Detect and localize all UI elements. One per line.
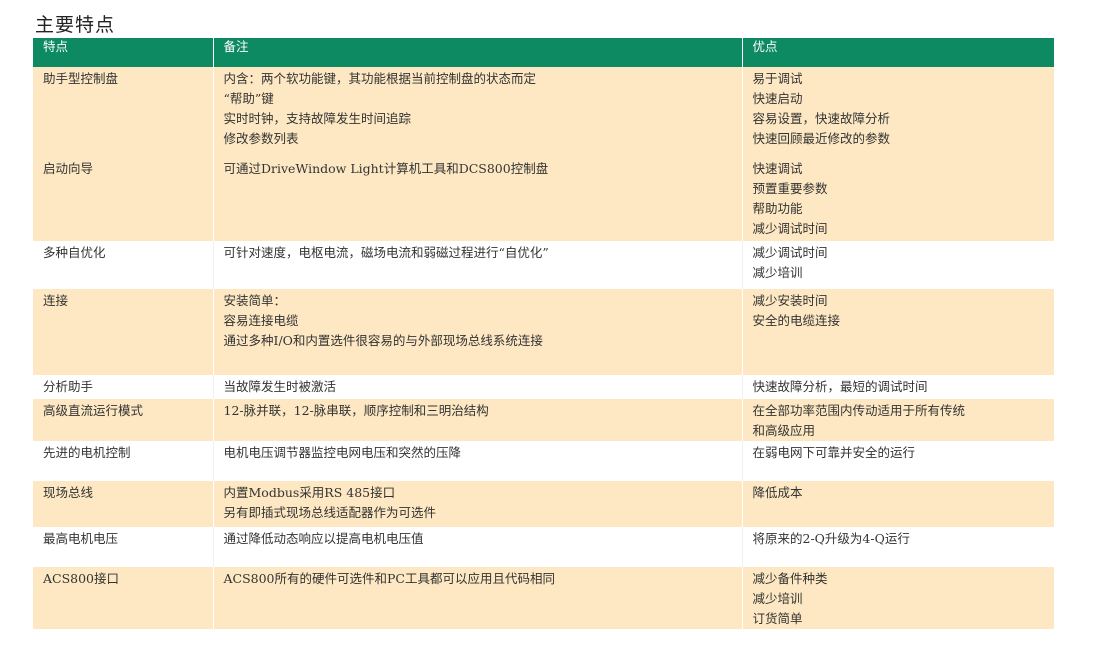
cell-benefits: 易于调试快速启动容易设置，快速故障分析 快速回顾最近修改的参数 [741, 67, 1054, 157]
benefit-line: 易于调试 [752, 71, 803, 86]
header-benefits: 优点 [741, 38, 1054, 67]
cell-feature: 连接 [43, 293, 69, 308]
note-line: 容易连接电缆 [223, 313, 299, 328]
header-notes: 备注 [212, 38, 742, 67]
cell-benefits: 减少安装时间 安全的电缆连接 [741, 289, 1054, 375]
table-row: 高级直流运行模式 12-脉并联，12-脉串联，顺序控制和三明治结构 在全部功率范围内… [33, 399, 1054, 441]
benefit-line: 减少安装时间 [752, 293, 828, 308]
cell-feature: 分析助手 [43, 379, 94, 394]
cell-notes: 内置Modbus采用RS 485接口另有即插式现场总线适配器作为可选件 [212, 481, 742, 527]
benefit-line: 快速调试 [752, 161, 803, 176]
note-line: 内含：两个软功能键，其功能根据当前控制盘的状态而定 [223, 71, 537, 86]
table-row: 先进的电机控制 电机电压调节器监控电网电压和突然的压降 在弱电网下可靠并安全的运行 [33, 441, 1054, 481]
cell-notes: 可针对速度，电枢电流，磁场电流和弱磁过程进行“自优化” [212, 241, 742, 289]
note-line: 可针对速度，电枢电流，磁场电流和弱磁过程进行“自优化” [223, 245, 549, 260]
note-line: 电机电压调节器监控电网电压和突然的压降 [223, 445, 462, 460]
cell-benefits: 在全部功率范围内传动适用于所有传统 和高级应用 [741, 399, 1054, 441]
cell-notes: 电机电压调节器监控电网电压和突然的压降 [212, 441, 742, 481]
benefit-line: 安全的电缆连接 [752, 313, 841, 328]
cell-feature: 启动向导 [43, 161, 94, 176]
benefit-line: 帮助功能 [752, 201, 803, 216]
note-line: 安装简单： [223, 293, 287, 308]
table-header-row: 特点 备注 优点 [33, 38, 1054, 67]
table-row: ACS800接口 ACS800所有的硬件可选件和PC工具都可以应用且代码相同 减少备… [33, 567, 1054, 629]
benefit-line: 快速故障分析，最短的调试时间 [752, 379, 928, 394]
note-line: 12-脉并联，12-脉串联，顺序控制和三明治结构 [223, 403, 489, 418]
benefit-line: 降低成本 [752, 485, 803, 500]
cell-notes: 12-脉并联，12-脉串联，顺序控制和三明治结构 [212, 399, 742, 441]
cell-feature: 最高电机电压 [43, 531, 119, 546]
benefit-line: 容易设置，快速故障分析 [752, 111, 891, 126]
cell-notes: 当故障发生时被激活 [212, 375, 742, 399]
benefit-line: 快速启动 [752, 91, 803, 106]
cell-benefits: 将原来的2-Q升级为4-Q运行 [741, 527, 1054, 567]
benefit-line: 减少调试时间 [752, 221, 828, 236]
table-row: 现场总线 内置Modbus采用RS 485接口 另有即插式现场总线适配器作为可选件降… [33, 481, 1054, 527]
table-row: 最高电机电压 通过降低动态响应以提高电机电压值 将原来的2-Q升级为4-Q运行 [33, 527, 1054, 567]
cell-notes: 安装简单： 容易连接电缆通过多种I/O和内置选件很容易的与外部现场总线系统连接 [212, 289, 742, 375]
benefit-line: 减少培训 [752, 265, 803, 280]
cell-feature: ACS800接口 [43, 571, 120, 586]
cell-feature: 多种自优化 [43, 245, 106, 260]
benefit-line: 快速回顾最近修改的参数 [752, 131, 891, 146]
note-line: 可通过DriveWindow Light计算机工具和DCS800控制盘 [223, 161, 549, 176]
cell-feature: 先进的电机控制 [43, 445, 131, 460]
benefit-line: 在全部功率范围内传动适用于所有传统 [752, 403, 966, 418]
cell-benefits: 减少调试时间 减少培训 [741, 241, 1054, 289]
table-row: 启动向导 可通过DriveWindow Light计算机工具和DCS800控制盘 快… [33, 157, 1054, 241]
cell-benefits: 在弱电网下可靠并安全的运行 [741, 441, 1054, 481]
table-row: 多种自优化 可针对速度，电枢电流，磁场电流和弱磁过程进行“自优化” 减少调试时间 减少… [33, 241, 1054, 289]
note-line: 另有即插式现场总线适配器作为可选件 [223, 505, 437, 520]
cell-benefits: 减少备件种类 减少培训订货简单 [741, 567, 1054, 629]
page-title: 主要特点 [35, 14, 116, 36]
note-line: “帮助”键 [223, 91, 274, 106]
cell-notes: 通过降低动态响应以提高电机电压值 [212, 527, 742, 567]
benefit-line: 将原来的2-Q升级为4-Q运行 [752, 531, 910, 546]
header-feature: 特点 [43, 39, 69, 54]
benefit-line: 减少培训 [752, 591, 803, 606]
cell-notes: ACS800所有的硬件可选件和PC工具都可以应用且代码相同 [212, 567, 742, 629]
note-line: 实时时钟，支持故障发生时间追踪 [223, 111, 412, 126]
features-table: 特点 备注 优点 助手型控制盘 内含：两个软功能键，其功能根据当前控制盘的状态而定… [33, 38, 1054, 629]
benefit-line: 预置重要参数 [752, 181, 828, 196]
note-line: ACS800所有的硬件可选件和PC工具都可以应用且代码相同 [223, 571, 556, 586]
table-row: 分析助手 当故障发生时被激活 快速故障分析，最短的调试时间 [33, 375, 1054, 399]
note-line: 通过多种I/O和内置选件很容易的与外部现场总线系统连接 [223, 333, 543, 348]
cell-feature: 高级直流运行模式 [43, 403, 144, 418]
cell-notes: 可通过DriveWindow Light计算机工具和DCS800控制盘 [212, 157, 742, 241]
cell-benefits: 快速调试预置重要参数 帮助功能减少调试时间 [741, 157, 1054, 241]
benefit-line: 在弱电网下可靠并安全的运行 [752, 445, 916, 460]
table-row: 连接 安装简单： 容易连接电缆通过多种I/O和内置选件很容易的与外部现场总线系统连接… [33, 289, 1054, 375]
benefit-line: 和高级应用 [752, 423, 816, 438]
note-line: 通过降低动态响应以提高电机电压值 [223, 531, 424, 546]
cell-benefits: 快速故障分析，最短的调试时间 [741, 375, 1054, 399]
table-row: 助手型控制盘 内含：两个软功能键，其功能根据当前控制盘的状态而定 “帮助”键实时时钟… [33, 67, 1054, 157]
cell-feature: 助手型控制盘 [43, 71, 119, 86]
cell-notes: 内含：两个软功能键，其功能根据当前控制盘的状态而定 “帮助”键实时时钟，支持故障发… [212, 67, 742, 157]
cell-feature: 现场总线 [43, 485, 94, 500]
benefit-line: 减少备件种类 [752, 571, 828, 586]
benefit-line: 减少调试时间 [752, 245, 828, 260]
note-line: 内置Modbus采用RS 485接口 [223, 485, 396, 500]
note-line: 当故障发生时被激活 [223, 379, 337, 394]
note-line: 修改参数列表 [223, 131, 299, 146]
cell-benefits: 降低成本 [741, 481, 1054, 527]
benefit-line: 订货简单 [752, 611, 803, 626]
